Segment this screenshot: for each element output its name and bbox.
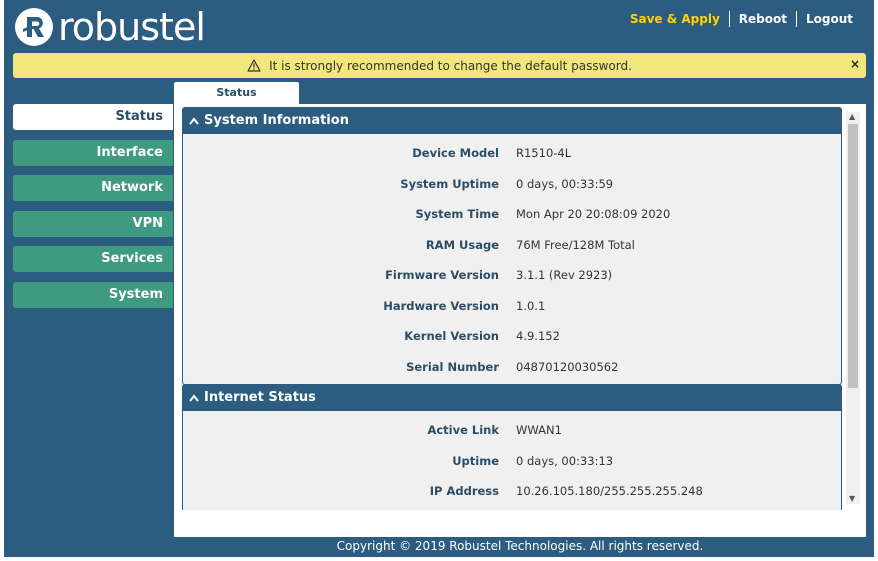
internet-status-header[interactable]: Internet Status — [183, 385, 841, 411]
scroll-down-arrow-icon[interactable]: ▼ — [849, 495, 855, 503]
content-scroll-area: System Information Device Model R1510-4L … — [174, 104, 866, 510]
sidebar-item-system[interactable]: System — [13, 281, 173, 308]
internet-status-section: Internet Status Active Link WWAN1 Uptime 0… — [182, 384, 842, 510]
info-label: Serial Number — [406, 359, 499, 374]
chevron-up-icon — [189, 117, 199, 125]
sidebar-item-network[interactable]: Network — [13, 175, 173, 201]
section-title: System Information — [204, 113, 349, 128]
info-label: IP Address — [429, 484, 499, 499]
top-actions: Save & Apply Reboot Logout — [621, 11, 862, 27]
save-apply-button[interactable]: Save & Apply — [621, 11, 729, 27]
scrollbar-thumb[interactable] — [848, 124, 858, 388]
robustel-logo-icon — [15, 8, 53, 46]
logo: robustel — [14, 5, 206, 49]
info-value: 4.9.152 — [516, 329, 560, 344]
warning-text: It is strongly recommended to change the… — [269, 58, 632, 73]
sidebar-item-status[interactable]: Status — [13, 104, 173, 130]
info-label: Kernel Version — [404, 329, 499, 344]
bottom-edge — [0, 557, 878, 561]
system-information-section: System Information Device Model R1510-4L … — [182, 107, 842, 385]
reboot-button[interactable]: Reboot — [730, 11, 796, 27]
logout-button[interactable]: Logout — [797, 11, 862, 27]
info-value: WWAN1 — [516, 423, 562, 438]
main-panel: System Information Device Model R1510-4L … — [174, 104, 866, 537]
info-row: Serial Number 04870120030562 — [183, 352, 841, 383]
info-label: Device Model — [412, 146, 499, 161]
tab-status[interactable]: Status — [174, 82, 299, 104]
info-row: Firmware Version 3.1.1 (Rev 2923) — [183, 260, 841, 291]
sidebar-item-interface[interactable]: Interface — [13, 139, 173, 166]
password-warning-banner: It is strongly recommended to change the… — [13, 53, 866, 78]
info-row: IP Address 10.26.105.180/255.255.255.248 — [183, 476, 841, 507]
info-label: System Time — [415, 207, 499, 222]
scroll-up-arrow-icon[interactable]: ▲ — [849, 113, 855, 121]
info-row: Uptime 0 days, 00:33:13 — [183, 446, 841, 477]
info-row: Active Link WWAN1 — [183, 415, 841, 446]
info-label: Firmware Version — [385, 268, 499, 283]
info-row: Device Model R1510-4L — [183, 138, 841, 169]
info-value: 76M Free/128M Total — [516, 237, 635, 252]
info-value: 3.1.1 (Rev 2923) — [516, 268, 613, 283]
info-label: Active Link — [427, 423, 499, 438]
brand-name: robustel — [58, 5, 206, 49]
info-row: Kernel Version 4.9.152 — [183, 321, 841, 352]
sidebar-item-services[interactable]: Services — [13, 246, 173, 272]
section-title: Internet Status — [204, 390, 316, 405]
info-value: 0 days, 00:33:59 — [516, 176, 614, 191]
info-row: System Uptime 0 days, 00:33:59 — [183, 169, 841, 200]
warning-icon — [247, 59, 261, 72]
info-row: Hardware Version 1.0.1 — [183, 291, 841, 322]
info-label: System Uptime — [400, 176, 499, 191]
info-label: Uptime — [452, 453, 499, 468]
info-value: 0 days, 00:33:13 — [516, 453, 614, 468]
info-row: System Time Mon Apr 20 20:08:09 2020 — [183, 199, 841, 230]
sidebar: Status Interface Network VPN Services Sy… — [13, 104, 173, 317]
footer-copyright: Copyright © 2019 Robustel Technologies. … — [336, 539, 704, 553]
info-row: RAM Usage 76M Free/128M Total — [183, 230, 841, 261]
info-label: Hardware Version — [383, 298, 499, 313]
vertical-scrollbar[interactable]: ▲ ▼ — [846, 112, 860, 504]
info-value: 10.26.105.180/255.255.255.248 — [516, 484, 703, 499]
info-value: Mon Apr 20 20:08:09 2020 — [516, 207, 671, 222]
system-information-header[interactable]: System Information — [183, 108, 841, 134]
chevron-up-icon — [189, 394, 199, 402]
app-frame: robustel Save & Apply Reboot Logout It i… — [4, 0, 874, 561]
info-value: 04870120030562 — [516, 359, 619, 374]
info-value: 1.0.1 — [516, 298, 546, 313]
info-label: RAM Usage — [425, 237, 499, 252]
close-icon[interactable]: × — [850, 57, 860, 71]
info-value: R1510-4L — [516, 146, 572, 161]
sidebar-item-vpn[interactable]: VPN — [13, 210, 173, 237]
